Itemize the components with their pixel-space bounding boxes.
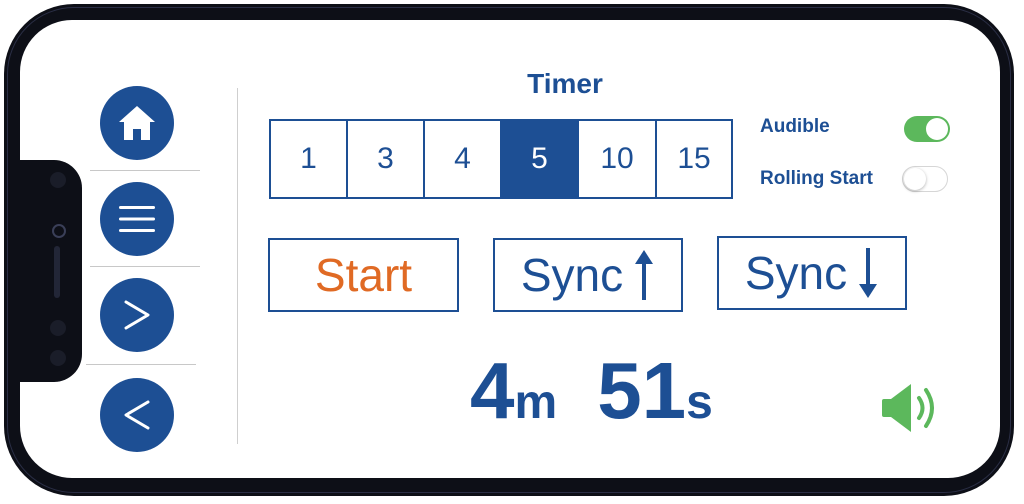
sync-up-button[interactable]: Sync <box>493 238 683 312</box>
timer-title: Timer <box>527 68 603 99</box>
toggle-knob <box>926 118 948 140</box>
timer-option-15[interactable]: 15 <box>655 119 733 199</box>
start-label: Start <box>314 249 413 301</box>
sync-up-label: Sync <box>520 249 624 301</box>
sensor-dot <box>50 320 66 336</box>
sensor-dot <box>50 350 66 366</box>
menu-icon <box>119 206 155 232</box>
arrow-down-icon <box>859 248 878 298</box>
rolling-start-toggle[interactable] <box>902 166 948 192</box>
nav-separator <box>90 170 200 171</box>
camera-notch <box>20 160 82 382</box>
sidebar-divider <box>237 88 238 444</box>
arrow-up-icon <box>635 250 654 300</box>
start-button[interactable]: Start <box>268 238 459 312</box>
timer-option-10[interactable]: 10 <box>577 119 657 199</box>
earpiece-speaker <box>54 246 60 298</box>
sensor-dot <box>50 172 66 188</box>
home-icon <box>119 106 155 140</box>
toggle-knob <box>904 168 926 190</box>
timer-option-3[interactable]: 3 <box>346 119 425 199</box>
countdown-minutes: 4 <box>470 346 515 435</box>
sync-down-label: Sync <box>744 247 848 299</box>
back-button[interactable] <box>100 378 174 452</box>
chevron-left-icon <box>124 400 150 430</box>
nav-separator <box>90 266 200 267</box>
audible-label: Audible <box>760 116 830 137</box>
countdown-seconds: 51 <box>597 346 687 435</box>
countdown-seconds-unit: s <box>686 376 713 429</box>
timer-option-1[interactable]: 1 <box>269 119 348 199</box>
front-camera-icon <box>52 224 66 238</box>
next-button[interactable] <box>100 278 174 352</box>
nav-separator <box>86 364 196 365</box>
chevron-right-icon <box>124 300 150 330</box>
timer-option-4[interactable]: 4 <box>423 119 502 199</box>
countdown-minutes-unit: m <box>514 376 558 429</box>
timer-option-5-selected[interactable]: 5 <box>500 119 579 199</box>
sync-down-button[interactable]: Sync <box>717 236 907 310</box>
home-button[interactable] <box>100 86 174 160</box>
countdown-display: 4m 51s <box>470 345 713 437</box>
speaker-volume-icon[interactable] <box>880 380 944 436</box>
rolling-start-label: Rolling Start <box>760 168 873 189</box>
menu-button[interactable] <box>100 182 174 256</box>
audible-toggle[interactable] <box>904 116 950 142</box>
